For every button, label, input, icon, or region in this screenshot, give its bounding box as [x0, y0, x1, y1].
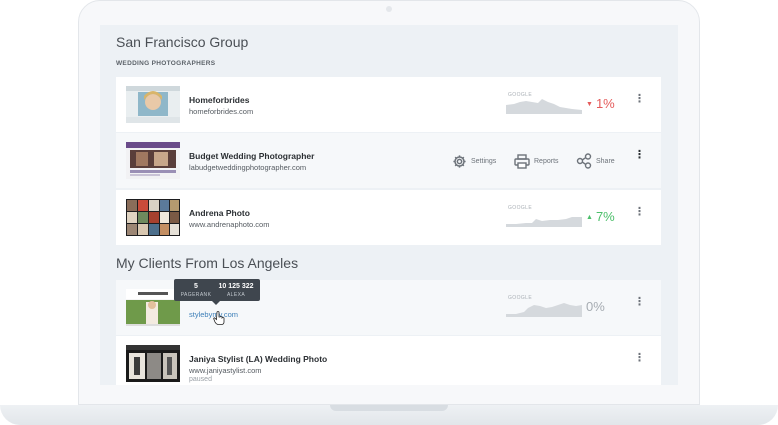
site-thumbnail: [126, 199, 180, 236]
trend-down-icon: ▼: [586, 101, 593, 108]
rank-change-value: 1%: [595, 96, 615, 111]
status-paused: paused: [189, 376, 212, 383]
more-options-icon[interactable]: ⋮: [634, 150, 645, 167]
google-sparkline: [506, 303, 582, 317]
more-options-icon[interactable]: ⋮: [634, 353, 645, 370]
site-url[interactable]: www.andrenaphoto.com: [189, 220, 269, 229]
site-name[interactable]: Andrena Photo: [189, 208, 250, 218]
site-thumbnail: [126, 86, 180, 123]
pagerank-label: PAGERANK: [180, 292, 212, 298]
app-screen: San Francisco Group WEDDING PHOTOGRAPHER…: [100, 25, 678, 385]
rank-change-value: 7%: [595, 209, 615, 224]
google-sparkline: [506, 217, 582, 227]
gear-icon: [453, 154, 466, 168]
site-url[interactable]: www.janiyastylist.com: [189, 366, 262, 375]
alexa-metric: 10 125 322 ALEXA: [216, 283, 256, 299]
group-title: San Francisco Group: [116, 34, 249, 50]
site-thumbnail: [126, 142, 180, 179]
rank-change: ▲ 7%: [586, 209, 615, 224]
site-name[interactable]: Budget Wedding Photographer: [189, 151, 314, 161]
site-name[interactable]: Homeforbrides: [189, 95, 249, 105]
more-options-icon[interactable]: ⋮: [634, 94, 645, 111]
printer-icon: [514, 153, 530, 169]
site-row-andrena-photo[interactable]: Andrena Photo www.andrenaphoto.com GOOGL…: [116, 190, 661, 245]
rank-change-value: 0%: [586, 299, 605, 314]
settings-button[interactable]: Settings: [452, 153, 496, 169]
site-row-homeforbrides[interactable]: Homeforbrides homeforbrides.com GOOGLE ▼…: [116, 77, 661, 132]
more-options-icon[interactable]: ⋮: [634, 297, 645, 314]
metrics-tooltip: 5 PAGERANK 10 125 322 ALEXA: [174, 279, 260, 305]
alexa-value: 10 125 322: [218, 283, 254, 290]
pagerank-metric: 5 PAGERANK: [176, 283, 216, 299]
rank-change: 0%: [586, 299, 605, 314]
site-url[interactable]: homeforbrides.com: [189, 107, 253, 116]
rank-change: ▼ 1%: [586, 96, 615, 111]
laptop-base-notch: [330, 405, 448, 411]
group-title: My Clients From Los Angeles: [116, 255, 299, 271]
share-icon: [576, 153, 592, 169]
camera-dot: [386, 6, 392, 12]
trend-up-icon: ▲: [586, 214, 593, 221]
site-name[interactable]: Janiya Stylist (LA) Wedding Photo: [189, 354, 327, 364]
site-row-budget-wedding[interactable]: Budget Wedding Photographer labudgetwedd…: [116, 133, 661, 188]
site-thumbnail: [126, 345, 180, 382]
reports-label: Reports: [534, 157, 559, 165]
more-options-icon[interactable]: ⋮: [634, 207, 645, 224]
pagerank-value: 5: [194, 283, 198, 290]
site-row-janiya-stylist[interactable]: Janiya Stylist (LA) Wedding Photo www.ja…: [116, 336, 661, 385]
share-button[interactable]: Share: [576, 153, 615, 169]
alexa-label: ALEXA: [226, 292, 246, 298]
reports-button[interactable]: Reports: [514, 153, 559, 169]
share-label: Share: [596, 157, 615, 165]
site-thumbnail: [126, 289, 180, 326]
hand-cursor-icon: [213, 311, 225, 325]
google-sparkline: [506, 99, 582, 114]
settings-label: Settings: [471, 157, 497, 165]
site-url[interactable]: labudgetweddingphotographer.com: [189, 163, 306, 172]
group-subtitle: WEDDING PHOTOGRAPHERS: [116, 60, 216, 67]
